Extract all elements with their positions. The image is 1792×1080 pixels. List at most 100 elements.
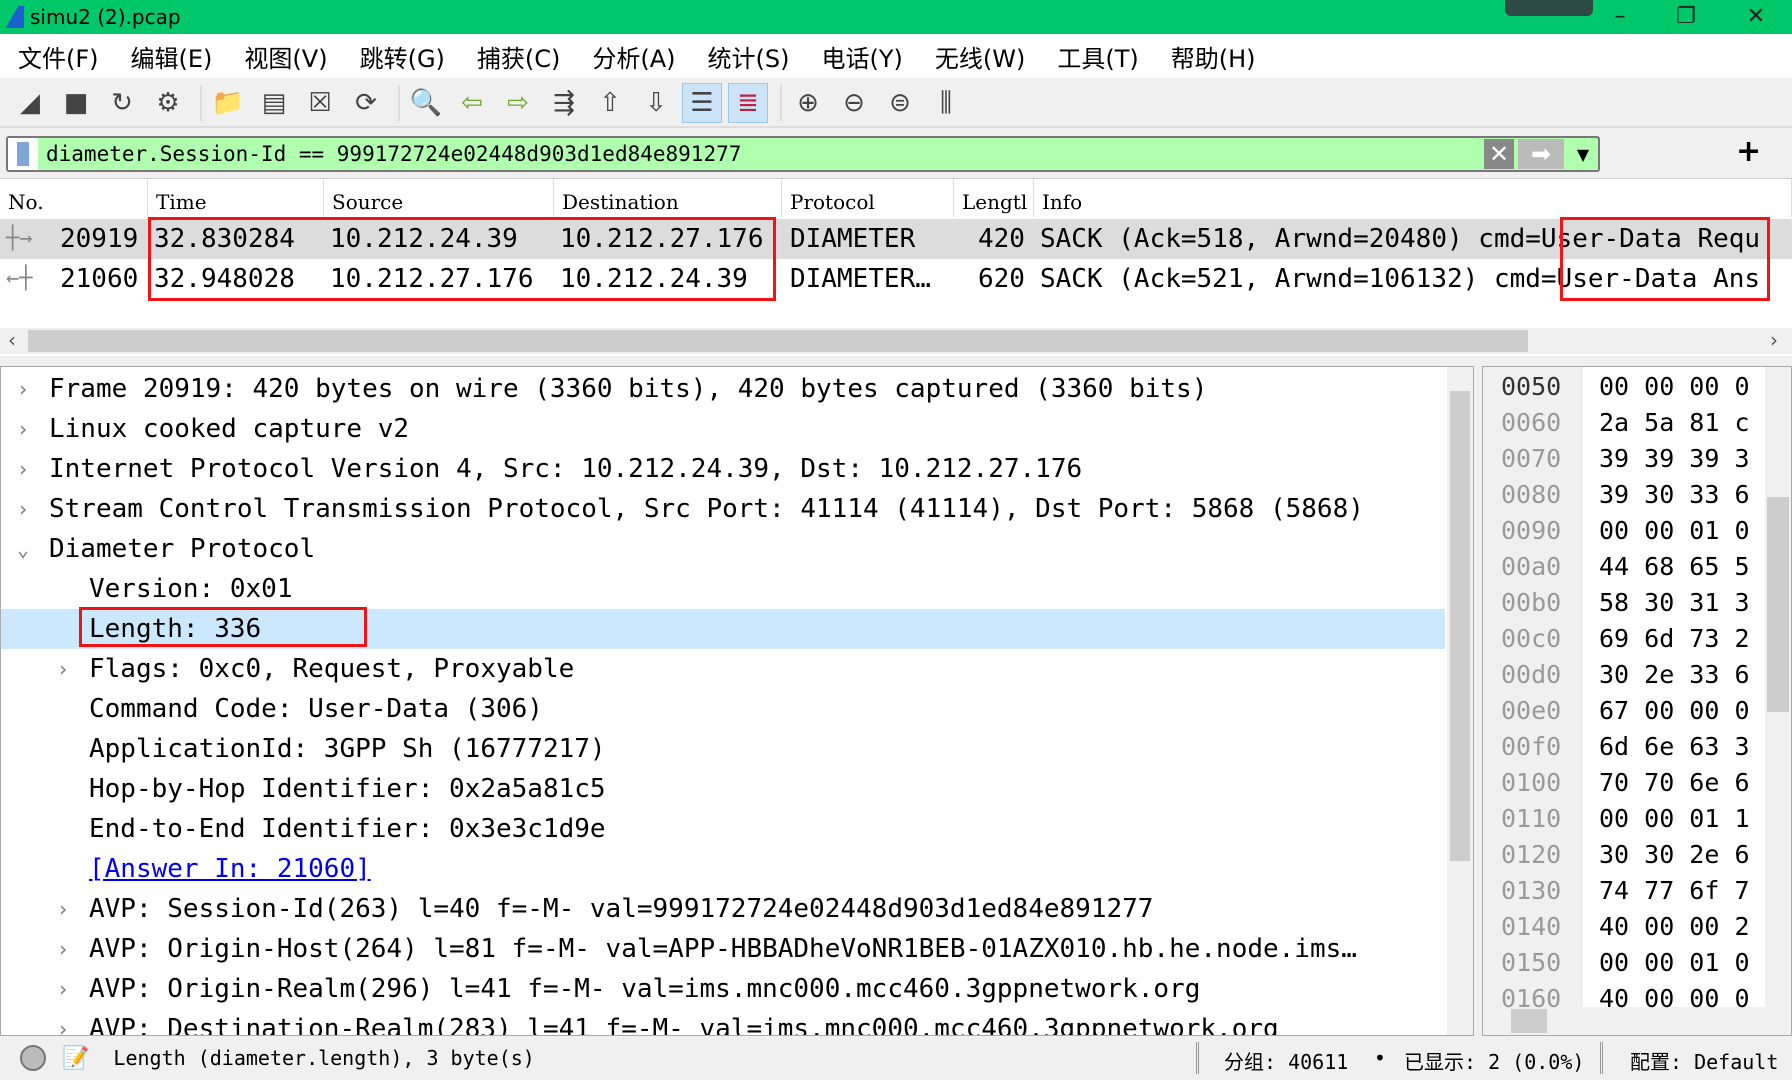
answer-in-link[interactable]: [Answer In: 21060] [89,849,371,889]
colorize-icon[interactable]: ≣ [728,83,768,123]
expand-arrow-icon[interactable]: › [57,889,69,929]
packet-list-hscrollbar[interactable]: ‹ › [0,328,1792,354]
column-header[interactable]: Protocol [782,179,954,217]
detail-line[interactable]: Version: 0x01 [1,569,1445,609]
menu-item[interactable]: 电话(Y) [822,39,903,74]
go-to-packet-icon[interactable]: ⇶ [544,83,584,123]
detail-line[interactable]: › AVP: Origin-Host(264) l=81 f=-M- val=AP… [1,929,1445,969]
close-button[interactable]: ✕ [1726,0,1786,34]
expert-info-icon[interactable] [20,1045,46,1071]
detail-line[interactable]: › AVP: Session-Id(263) l=40 f=-M- val=999… [1,889,1445,929]
menu-item[interactable]: 捕获(C) [477,39,560,74]
detail-line[interactable]: › Internet Protocol Version 4, Src: 10.21… [1,449,1445,489]
column-header[interactable]: Destination [554,179,782,217]
detail-line[interactable]: End-to-End Identifier: 0x3e3c1d9e [1,809,1445,849]
hex-row[interactable]: 00c0 69 6d 73 2 [1483,621,1767,657]
hex-row[interactable]: 0150 00 00 01 0 [1483,945,1767,981]
detail-line[interactable]: › Linux cooked capture v2 [1,409,1445,449]
menu-item[interactable]: 文件(F) [18,39,99,74]
expand-arrow-icon[interactable]: › [17,449,29,489]
menu-item[interactable]: 分析(A) [592,39,675,74]
minimize-button[interactable]: – [1590,0,1650,34]
hex-row[interactable]: 00a0 44 68 65 5 [1483,549,1767,585]
restore-button[interactable]: ❐ [1656,0,1716,34]
column-header[interactable]: Source [324,179,554,217]
menu-item[interactable]: 工具(T) [1057,39,1138,74]
scroll-thumb[interactable] [28,330,1528,352]
hex-row[interactable]: 0080 39 30 33 6 [1483,477,1767,513]
detail-line[interactable]: ApplicationId: 3GPP Sh (16777217) [1,729,1445,769]
stop-capture-icon[interactable]: ■ [56,83,96,123]
display-filter-input[interactable]: diameter.Session-Id == 999172724e02448d9… [46,142,1484,166]
hex-row[interactable]: 0140 40 00 00 2 [1483,909,1767,945]
hex-row[interactable]: 0120 30 30 2e 6 [1483,837,1767,873]
reload-file-icon[interactable]: ⟳ [346,83,386,123]
detail-line[interactable]: Command Code: User-Data (306) [1,689,1445,729]
expand-arrow-icon[interactable]: › [57,1009,69,1035]
apply-filter-button[interactable]: ➡ [1518,139,1564,169]
clear-filter-button[interactable]: ✕ [1484,139,1514,169]
go-forward-icon[interactable]: ⇨ [498,83,538,123]
detail-line[interactable]: Hop-by-Hop Identifier: 0x2a5a81c5 [1,769,1445,809]
menu-item[interactable]: 无线(W) [935,39,1025,74]
status-profile[interactable]: 配置: Default [1630,1046,1778,1075]
menu-item[interactable]: 视图(V) [244,39,327,74]
filter-dropdown-icon[interactable]: ▼ [1568,145,1598,164]
collapse-arrow-icon[interactable]: ⌄ [17,529,29,569]
capture-options-icon[interactable]: ⚙ [148,83,188,123]
hex-row[interactable]: 00e0 67 00 00 0 [1483,693,1767,729]
add-filter-button[interactable]: + [1736,134,1761,169]
hex-row[interactable]: 0050 00 00 00 0 [1483,369,1767,405]
column-header[interactable]: Time [148,179,324,217]
go-first-icon[interactable]: ⇧ [590,83,630,123]
start-capture-icon[interactable]: ◢ [10,83,50,123]
expand-arrow-icon[interactable]: › [17,409,29,449]
resize-columns-icon[interactable]: ⫼ [926,83,966,123]
menu-item[interactable]: 统计(S) [708,39,790,74]
column-header[interactable]: Lengtl [954,179,1034,217]
go-last-icon[interactable]: ⇩ [636,83,676,123]
detail-line[interactable]: ⌄ Diameter Protocol [1,529,1445,569]
edit-comment-icon[interactable]: 📝 [62,1046,89,1071]
detail-line[interactable]: › AVP: Origin-Realm(296) l=41 f=-M- val=i… [1,969,1445,1009]
expand-arrow-icon[interactable]: › [17,489,29,529]
restart-capture-icon[interactable]: ↻ [102,83,142,123]
detail-line[interactable]: › Frame 20919: 420 bytes on wire (3360 bi… [1,369,1445,409]
detail-line[interactable]: › AVP: Destination-Realm(283) l=41 f=-M- … [1,1009,1445,1035]
expand-arrow-icon[interactable]: › [57,969,69,1009]
detail-line[interactable]: › Stream Control Transmission Protocol, S… [1,489,1445,529]
menu-item[interactable]: 帮助(H) [1171,39,1256,74]
auto-scroll-icon[interactable]: ☰ [682,83,722,123]
expand-arrow-icon[interactable]: › [17,369,29,409]
detail-line[interactable]: Length: 336 [1,607,1445,649]
bytes-vscrollbar[interactable] [1765,367,1791,1007]
find-packet-icon[interactable]: 🔍 [406,83,446,123]
hex-row[interactable]: 00b0 58 30 31 3 [1483,585,1767,621]
details-vscrollbar[interactable] [1447,367,1473,1035]
hex-row[interactable]: 0110 00 00 01 1 [1483,801,1767,837]
go-back-icon[interactable]: ⇦ [452,83,492,123]
expand-arrow-icon[interactable]: › [57,929,69,969]
zoom-in-icon[interactable]: ⊕ [788,83,828,123]
hex-row[interactable]: 00f0 6d 6e 63 3 [1483,729,1767,765]
detail-line[interactable]: › Flags: 0xc0, Request, Proxyable [1,649,1445,689]
expand-arrow-icon[interactable]: › [57,649,69,689]
hex-row[interactable]: 00d0 30 2e 33 6 [1483,657,1767,693]
hex-row[interactable]: 0130 74 77 6f 7 [1483,873,1767,909]
detail-line[interactable]: [Answer In: 21060] [1,849,1445,889]
hex-row[interactable]: 0090 00 00 01 0 [1483,513,1767,549]
zoom-out-icon[interactable]: ⊖ [834,83,874,123]
bookmark-icon[interactable] [8,138,38,170]
hex-row[interactable]: 0160 40 00 00 0 [1483,981,1767,1017]
normal-size-icon[interactable]: ⊜ [880,83,920,123]
scroll-right-icon[interactable]: › [1770,328,1778,352]
open-file-icon[interactable]: 📁 [208,83,248,123]
close-file-icon[interactable]: ☒ [300,83,340,123]
save-file-icon[interactable]: ▤ [254,83,294,123]
menu-item[interactable]: 编辑(E) [131,39,213,74]
scroll-left-icon[interactable]: ‹ [8,328,16,352]
hex-row[interactable]: 0100 70 70 6e 6 [1483,765,1767,801]
column-header[interactable]: Info [1034,179,1792,217]
menu-item[interactable]: 跳转(G) [360,39,445,74]
column-header[interactable]: No. [0,179,148,217]
